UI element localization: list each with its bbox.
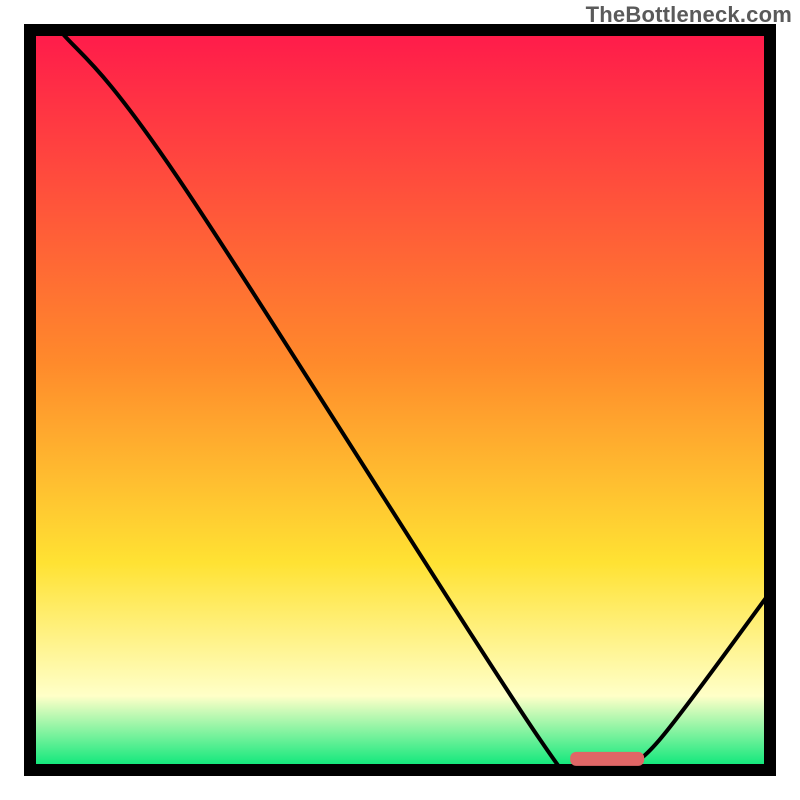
optimal-marker [570, 752, 644, 766]
chart-frame: TheBottleneck.com [0, 0, 800, 800]
plot-background [30, 30, 770, 770]
chart-svg [0, 0, 800, 800]
watermark-text: TheBottleneck.com [586, 2, 792, 28]
